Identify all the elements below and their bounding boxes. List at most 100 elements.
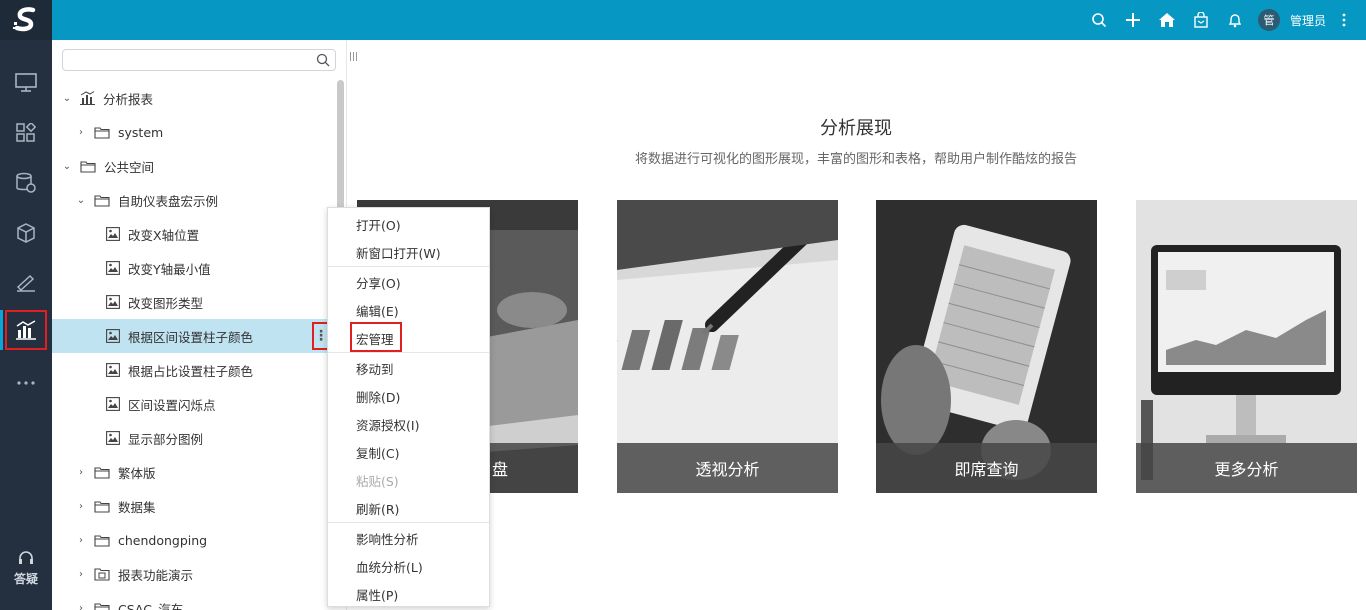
monitor-icon[interactable] [0,63,52,103]
tree-node-label: 数据集 [118,499,156,515]
tree-node-label: 根据区间设置柱子颜色 [128,329,254,345]
menu-divider [328,266,489,267]
tree-node-public-space[interactable]: ⌄ 公共空间 [52,149,337,183]
kebab-menu-icon: ⋮ [314,328,328,344]
folder-icon [94,534,110,547]
resource-tree-panel: ⌄ 分析报表 › system ⌄ 公共空间 ⌄ 自助仪表盘宏示例 改变X轴位置… [52,40,347,610]
tree-node-report-demo[interactable]: › 报表功能演示 [52,557,337,591]
folder-icon [94,126,110,139]
tree-node-datasets[interactable]: › 数据集 [52,489,337,523]
menu-item-open-new-window[interactable]: 新窗口打开(W) [328,240,489,268]
username[interactable]: 管理员 [1290,12,1326,29]
avatar[interactable]: 管 [1257,9,1280,31]
tree-node-label: 显示部分图例 [128,431,204,447]
menu-item-resource-authorization[interactable]: 资源授权(I) [328,412,489,440]
menu-item-copy[interactable]: 复制(C) [328,440,489,468]
image-report-icon [106,397,120,411]
tree-node-report[interactable]: 改变Y轴最小值 [52,251,337,285]
collapse-chevron-icon[interactable]: › [76,501,86,512]
menu-item-share[interactable]: 分享(O) [328,270,489,298]
tree-node-label: 改变图形类型 [128,295,204,311]
left-navigation: 答疑 [0,40,52,610]
tree-node-dashboard-macro-examples[interactable]: ⌄ 自助仪表盘宏示例 [52,183,337,217]
collapse-chevron-icon[interactable]: › [76,569,86,580]
kebab-menu-icon[interactable] [1334,0,1354,40]
panel-splitter-handle[interactable]: ||| [349,52,358,62]
search-icon[interactable] [316,53,330,67]
context-menu: 打开(O) 新窗口打开(W) 分享(O) 编辑(E) 宏管理 移动到 删除(D)… [327,207,490,607]
dashboard-icon[interactable] [0,113,52,153]
tree-node-label: chendongping [118,532,208,548]
search-input[interactable] [62,49,336,71]
drawing-icon[interactable] [0,263,52,303]
menu-item-move-to[interactable]: 移动到 [328,356,489,384]
card-pivot-analysis[interactable]: 透视分析 [617,200,838,493]
tree-node-report[interactable]: 显示部分图例 [52,421,337,455]
tree-node-traditional[interactable]: › 繁体版 [52,455,337,489]
menu-item-paste-disabled: 粘贴(S) [356,474,399,489]
tree-node-chendongping[interactable]: › chendongping [52,523,337,557]
card-caption: 更多分析 [1136,443,1357,493]
folder-report-icon [94,567,110,581]
card-caption: 透视分析 [617,443,838,493]
tree-node-label: 报表功能演示 [118,567,194,583]
more-icon[interactable] [0,363,52,403]
menu-divider [328,352,489,353]
tree-node-label: CSAC_汽车 [118,601,184,610]
card-more-analysis[interactable]: 更多分析 [1136,200,1357,493]
app-logo[interactable] [0,0,52,40]
help-button[interactable]: 答疑 [0,550,52,587]
app-window: 管 管理员 答疑 ⌄ 分析报表 › system ⌄ 公共空间 ⌄ 自助仪表盘宏… [0,0,1366,610]
folder-icon [94,194,110,207]
collapse-chevron-icon[interactable]: › [76,467,86,478]
search-icon[interactable] [1082,0,1116,40]
card-caption: 即席查询 [876,443,1097,493]
menu-item-delete[interactable]: 删除(D) [328,384,489,412]
active-nav-highlight [5,310,47,350]
top-actions: 管 管理员 [1082,0,1354,40]
tree-node-report-selected[interactable]: 根据区间设置柱子颜色 ⋮ [52,319,337,353]
analysis-report-icon [80,91,95,105]
collapse-chevron-icon[interactable]: › [76,127,86,138]
headset-icon [0,550,52,568]
tree-node-label: 根据占比设置柱子颜色 [128,363,254,379]
tree-node-label: 繁体版 [118,465,156,481]
add-icon[interactable] [1116,0,1150,40]
card-ad-hoc-query[interactable]: 即席查询 [876,200,1097,493]
menu-item-properties[interactable]: 属性(P) [328,582,489,610]
database-gear-icon[interactable] [0,163,52,203]
tree-node-analysis-reports[interactable]: ⌄ 分析报表 [52,81,337,115]
image-report-icon [106,329,120,343]
shopping-bag-icon[interactable] [1184,0,1218,40]
expand-chevron-icon[interactable]: ⌄ [76,195,86,206]
image-report-icon [106,363,120,377]
menu-item-open[interactable]: 打开(O) [328,212,489,240]
menu-item-impact-analysis[interactable]: 影响性分析 [328,526,489,554]
cube-icon[interactable] [0,213,52,253]
tree-node-report[interactable]: 区间设置闪烁点 [52,387,337,421]
bell-icon[interactable] [1218,0,1252,40]
menu-item-lineage-analysis[interactable]: 血统分析(L) [328,554,489,582]
help-label: 答疑 [13,572,38,586]
collapse-chevron-icon[interactable]: › [76,535,86,546]
macro-management-highlight [350,322,402,352]
folder-icon [94,500,110,513]
top-bar: 管 管理员 [0,0,1366,40]
collapse-chevron-icon[interactable]: › [76,603,86,610]
menu-item-refresh[interactable]: 刷新(R) [328,496,489,524]
page-subtitle: 将数据进行可视化的图形展现，丰富的图形和表格，帮助用户制作酷炫的报告 [634,152,1077,167]
home-icon[interactable] [1150,0,1184,40]
tree-node-system[interactable]: › system [52,115,337,149]
tree-node-report[interactable]: 改变图形类型 [52,285,337,319]
tree-node-csac-auto[interactable]: › CSAC_汽车 [52,591,337,610]
folder-icon [80,160,96,173]
image-report-icon [106,431,120,445]
expand-chevron-icon[interactable]: ⌄ [62,161,72,172]
tree-node-report[interactable]: 根据占比设置柱子颜色 [52,353,337,387]
tree-node-report[interactable]: 改变X轴位置 [52,217,337,251]
expand-chevron-icon[interactable]: ⌄ [62,93,72,104]
image-report-icon [106,261,120,275]
tree-node-label: 分析报表 [103,91,154,107]
folder-icon [94,602,110,610]
tree-node-label: system [118,124,164,140]
